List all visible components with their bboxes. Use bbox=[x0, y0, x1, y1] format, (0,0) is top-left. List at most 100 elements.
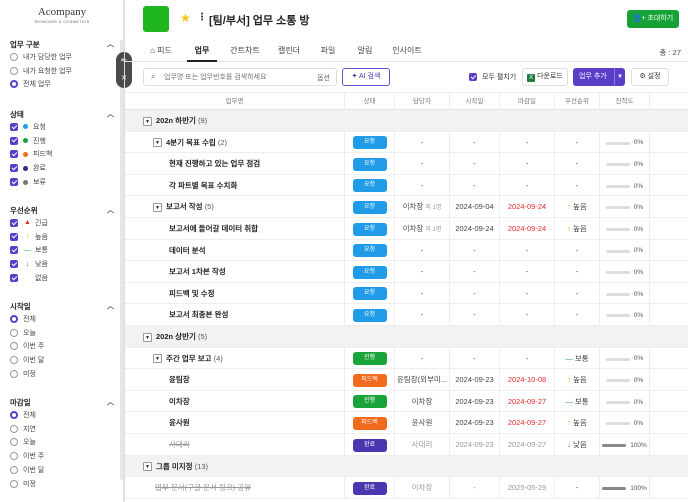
priority-cell[interactable]: - bbox=[555, 261, 600, 283]
assignee-cell[interactable]: - bbox=[395, 153, 450, 175]
filter-section-header[interactable]: 시작일 ︿ bbox=[10, 300, 114, 312]
task-name-cell[interactable]: 이차장 bbox=[169, 391, 190, 413]
status-badge[interactable]: 진행 bbox=[352, 395, 387, 409]
task-name-cell[interactable]: 피드백 및 수정 bbox=[169, 283, 215, 305]
status-badge[interactable]: 완료 bbox=[352, 481, 387, 495]
progress-cell[interactable]: 0% bbox=[600, 347, 650, 370]
filter-radio[interactable] bbox=[10, 410, 18, 419]
table-row[interactable]: 각 파트별 목표 수치화 요청 - - - -0% bbox=[125, 174, 688, 197]
filter-option[interactable]: — 보통 bbox=[10, 244, 114, 258]
due-date-cell[interactable]: 2025-05-29 bbox=[500, 477, 555, 499]
status-cell[interactable]: 진행 bbox=[345, 347, 395, 370]
filter-checkbox[interactable] bbox=[10, 218, 18, 227]
table-row[interactable]: 보고서에 들어갈 데이터 취합 요청 이차장 외 1명 2024-09-24 2024-… bbox=[125, 218, 688, 240]
more-menu-icon[interactable]: ⋮ bbox=[197, 12, 207, 23]
column-header[interactable]: 담당자 bbox=[395, 93, 450, 111]
start-date-cell[interactable]: - bbox=[450, 261, 500, 283]
status-cell[interactable]: 진행 bbox=[345, 390, 395, 413]
status-cell[interactable]: 피드백 bbox=[345, 369, 395, 391]
search-input[interactable] bbox=[164, 71, 314, 84]
filter-option[interactable]: 전체 bbox=[10, 312, 114, 326]
expand-toggle-icon[interactable]: ▼ bbox=[153, 138, 162, 148]
task-name-cell[interactable]: 업무 문서(구글 문서 링크) 공유 bbox=[155, 477, 251, 499]
start-date-cell[interactable]: 2024-09-24 bbox=[450, 218, 500, 240]
expand-toggle-icon[interactable]: ▼ bbox=[153, 354, 162, 364]
filter-option[interactable]: 내가 담당한 업무 bbox=[10, 50, 114, 64]
add-task-button[interactable]: 업무 추가 ▼ bbox=[573, 68, 625, 86]
filter-checkbox[interactable] bbox=[10, 246, 18, 255]
status-badge[interactable]: 피드백 bbox=[352, 373, 387, 387]
column-header[interactable]: 진척도 bbox=[600, 93, 650, 111]
status-cell[interactable]: 피드백 bbox=[345, 412, 395, 434]
task-name-cell[interactable]: 사대리 bbox=[169, 434, 190, 456]
priority-cell[interactable]: - bbox=[555, 153, 600, 175]
filter-option[interactable]: 피드백 bbox=[10, 148, 114, 162]
task-name-cell[interactable]: ▼ 그룹 미지정 (13) bbox=[143, 456, 208, 478]
filter-radio[interactable] bbox=[10, 452, 18, 461]
expand-toggle-icon[interactable]: ▼ bbox=[143, 116, 152, 126]
filter-checkbox[interactable] bbox=[10, 260, 18, 269]
status-badge[interactable]: 요청 bbox=[352, 179, 387, 193]
due-date-cell[interactable]: 2024-10-08 bbox=[500, 369, 555, 391]
status-badge[interactable]: 요청 bbox=[352, 244, 387, 258]
filter-radio[interactable] bbox=[10, 342, 18, 351]
assignee-cell[interactable]: 이차장 외 1명 bbox=[395, 218, 450, 240]
start-date-cell[interactable]: - bbox=[450, 131, 500, 154]
due-date-cell[interactable]: - bbox=[500, 174, 555, 197]
filter-option[interactable]: 미정 bbox=[10, 367, 114, 381]
group-row[interactable]: ▼ 그룹 미지정 (13) bbox=[125, 455, 688, 478]
filter-option[interactable]: 전체 업무 bbox=[10, 78, 114, 92]
filter-option[interactable]: 보류 bbox=[10, 175, 114, 189]
filter-option[interactable]: 이번 주 bbox=[10, 340, 114, 354]
progress-cell[interactable]: 0% bbox=[600, 174, 650, 197]
status-cell[interactable]: 요청 bbox=[345, 239, 395, 262]
assignee-cell[interactable]: 이차장 bbox=[395, 390, 450, 413]
table-row[interactable]: 윤팀장 피드백 윤팀장(외부미... 2024-09-23 2024-10-08 ↑ 높음 0… bbox=[125, 369, 688, 391]
table-row[interactable]: 피드백 및 수정 요청 - - - -0% bbox=[125, 282, 688, 305]
table-row[interactable]: ▼ 4분기 목표 수립 (2) 요청 - - - -0% bbox=[125, 131, 688, 154]
chevron-down-icon[interactable]: ▼ bbox=[614, 68, 625, 86]
filter-radio[interactable] bbox=[10, 66, 18, 75]
filter-option[interactable]: 이번 주 bbox=[10, 449, 114, 463]
start-date-cell[interactable]: - bbox=[450, 153, 500, 175]
due-date-cell[interactable]: - bbox=[500, 131, 555, 154]
filter-checkbox[interactable] bbox=[10, 122, 18, 131]
filter-radio[interactable] bbox=[10, 424, 18, 433]
column-header[interactable]: 시작일 bbox=[450, 93, 500, 111]
status-cell[interactable]: 요청 bbox=[345, 218, 395, 240]
filter-option[interactable]: 이번 달 bbox=[10, 353, 114, 367]
task-name-cell[interactable]: ▼ 202n 하반기 (9) bbox=[143, 110, 207, 132]
settings-button[interactable]: ⚙ 설정 bbox=[631, 68, 669, 86]
status-cell[interactable]: 요청 bbox=[345, 282, 395, 305]
due-date-cell[interactable]: - bbox=[500, 347, 555, 370]
tab-5[interactable]: 알림 bbox=[352, 40, 378, 62]
task-name-cell[interactable]: 보고서 1차본 작성 bbox=[169, 261, 226, 283]
chevron-up-icon[interactable]: ︿ bbox=[107, 39, 114, 49]
due-date-cell[interactable]: 2024-09-27 bbox=[500, 412, 555, 434]
status-badge[interactable]: 요청 bbox=[352, 136, 387, 150]
filter-checkbox[interactable] bbox=[10, 274, 18, 283]
priority-cell[interactable]: ↑ 높음 bbox=[555, 218, 600, 240]
expand-toggle-icon[interactable]: ▼ bbox=[143, 462, 152, 472]
invite-button[interactable]: 👤+ 초대하기 bbox=[627, 10, 679, 28]
filter-option[interactable]: 이번 달 bbox=[10, 463, 114, 477]
status-cell[interactable]: 요청 bbox=[345, 261, 395, 283]
table-row[interactable]: 업무 문서(구글 문서 링크) 공유 완료 이차장 -2025-05-29-100% bbox=[125, 477, 688, 499]
progress-cell[interactable]: 0% bbox=[600, 261, 650, 283]
assignee-cell[interactable]: - bbox=[395, 282, 450, 305]
download-button[interactable]: X 다운로드 bbox=[522, 68, 568, 86]
expand-toggle-icon[interactable]: ▼ bbox=[143, 332, 152, 342]
task-name-cell[interactable]: 각 파트별 목표 수치화 bbox=[169, 175, 237, 197]
due-date-cell[interactable]: 2024-09-27 bbox=[500, 390, 555, 413]
expand-all-checkbox[interactable] bbox=[469, 73, 477, 81]
column-header[interactable]: 우선순위 bbox=[555, 93, 600, 111]
ai-search-button[interactable]: ✦ AI 검색 bbox=[342, 68, 390, 86]
table-row[interactable]: 현재 진행하고 있는 업무 점검 요청 - - - -0% bbox=[125, 153, 688, 175]
status-cell[interactable]: 요청 bbox=[345, 131, 395, 154]
filter-option[interactable]: 지연 bbox=[10, 422, 114, 436]
priority-cell[interactable]: - bbox=[555, 477, 600, 499]
company-logo[interactable]: Acompany SKINCARE & COSMETICS bbox=[0, 6, 123, 24]
start-date-cell[interactable]: 2024-09-23 bbox=[450, 434, 500, 456]
priority-cell[interactable]: - bbox=[555, 174, 600, 197]
column-header[interactable]: 마감일 bbox=[500, 93, 555, 111]
